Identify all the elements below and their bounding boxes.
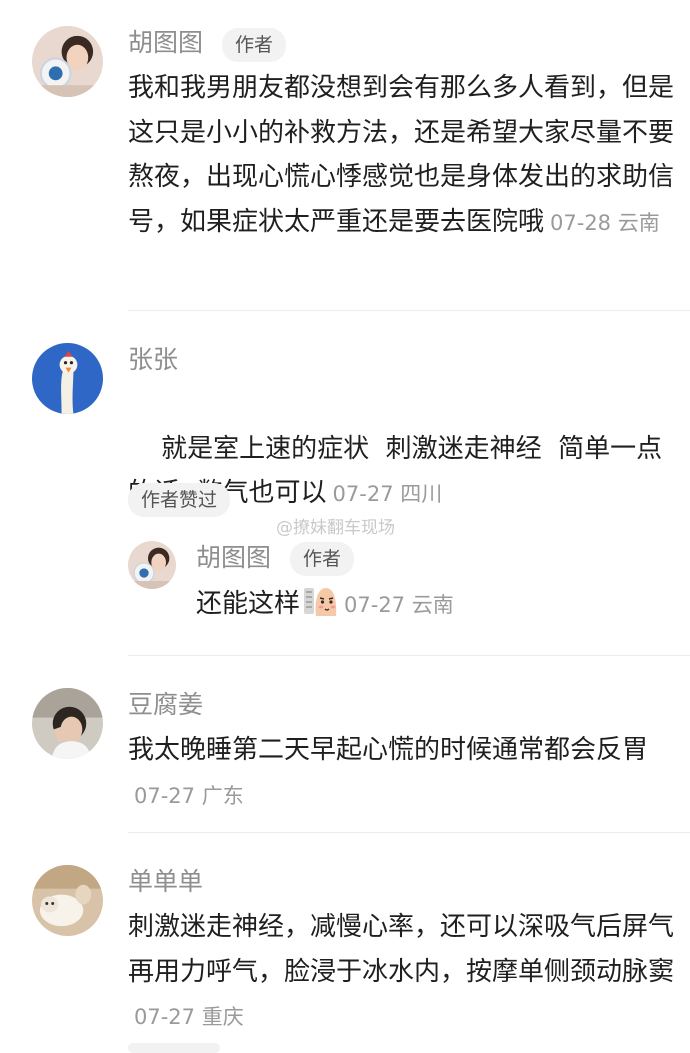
reply-text: 还能这样 07-27 云南 (196, 582, 666, 628)
username[interactable]: 单单单 (128, 867, 203, 897)
username[interactable]: 胡图图 (196, 543, 271, 573)
comment-meta: 07-27 四川 (333, 482, 443, 506)
comment-text: 我太晚睡第二天早起心慌的时候通常都会反胃 07-27 广东 (128, 728, 688, 818)
author-badge: 作者 (222, 28, 287, 62)
reply-date: 07-27 (344, 593, 406, 617)
avatar[interactable] (32, 26, 103, 97)
avatar[interactable] (32, 688, 103, 759)
comment-location: 广东 (201, 783, 244, 808)
avatar[interactable] (32, 343, 103, 414)
divider (128, 655, 690, 656)
divider (128, 832, 690, 833)
comment-text: 就是室上速的症状 刺激迷走神经 简单一点的话 憋气也可以07-27 四川 (128, 382, 688, 561)
watermark: @撩妹翻车现场 (276, 518, 395, 538)
reply-location: 云南 (411, 593, 454, 617)
comment-location: 云南 (617, 210, 660, 235)
face-emoji-icon (304, 588, 337, 616)
author-badge: 作者 (290, 542, 355, 576)
username[interactable]: 张张 (128, 345, 178, 375)
comment-text: 我和我男朋友都没想到会有那么多人看到，但是这只是小小的补救方法，还是希望大家尽量… (128, 66, 688, 245)
author-liked-badge: 作者赞过 (128, 483, 231, 517)
divider (128, 310, 690, 311)
user-photo-icon (128, 541, 176, 589)
user-photo-icon (32, 688, 103, 759)
comment-date: 07-27 (134, 1005, 196, 1029)
comment-meta: 07-28 云南 (550, 211, 660, 235)
comment-date: 07-27 (332, 482, 394, 506)
avatar[interactable] (128, 541, 176, 589)
more-badge[interactable] (128, 1043, 220, 1053)
reply-meta: 07-27 云南 (344, 593, 454, 617)
comment-date: 07-28 (550, 210, 612, 235)
comment-date: 07-27 (134, 783, 196, 808)
comment-body: 我太晚睡第二天早起心慌的时候通常都会反胃 (128, 735, 649, 765)
dog-avatar-icon (32, 865, 103, 936)
comment-text: 刺激迷走神经，减慢心率，还可以深吸气后屏气再用力呼气，脸浸于冰水内，按摩单侧颈动… (128, 905, 688, 1040)
comment-meta: 07-27 广东 (134, 784, 244, 808)
comment-location: 重庆 (201, 1005, 244, 1029)
comment-body: 刺激迷走神经，减慢心率，还可以深吸气后屏气再用力呼气，脸浸于冰水内，按摩单侧颈动… (128, 912, 675, 987)
comment-meta: 07-27 重庆 (134, 1005, 244, 1029)
comment-location: 四川 (400, 482, 443, 506)
goose-avatar-icon (32, 343, 103, 414)
user-photo-icon (32, 26, 103, 97)
username[interactable]: 胡图图 (128, 28, 203, 58)
username[interactable]: 豆腐姜 (128, 690, 203, 720)
reply-body: 还能这样 (196, 589, 301, 619)
avatar[interactable] (32, 865, 103, 936)
